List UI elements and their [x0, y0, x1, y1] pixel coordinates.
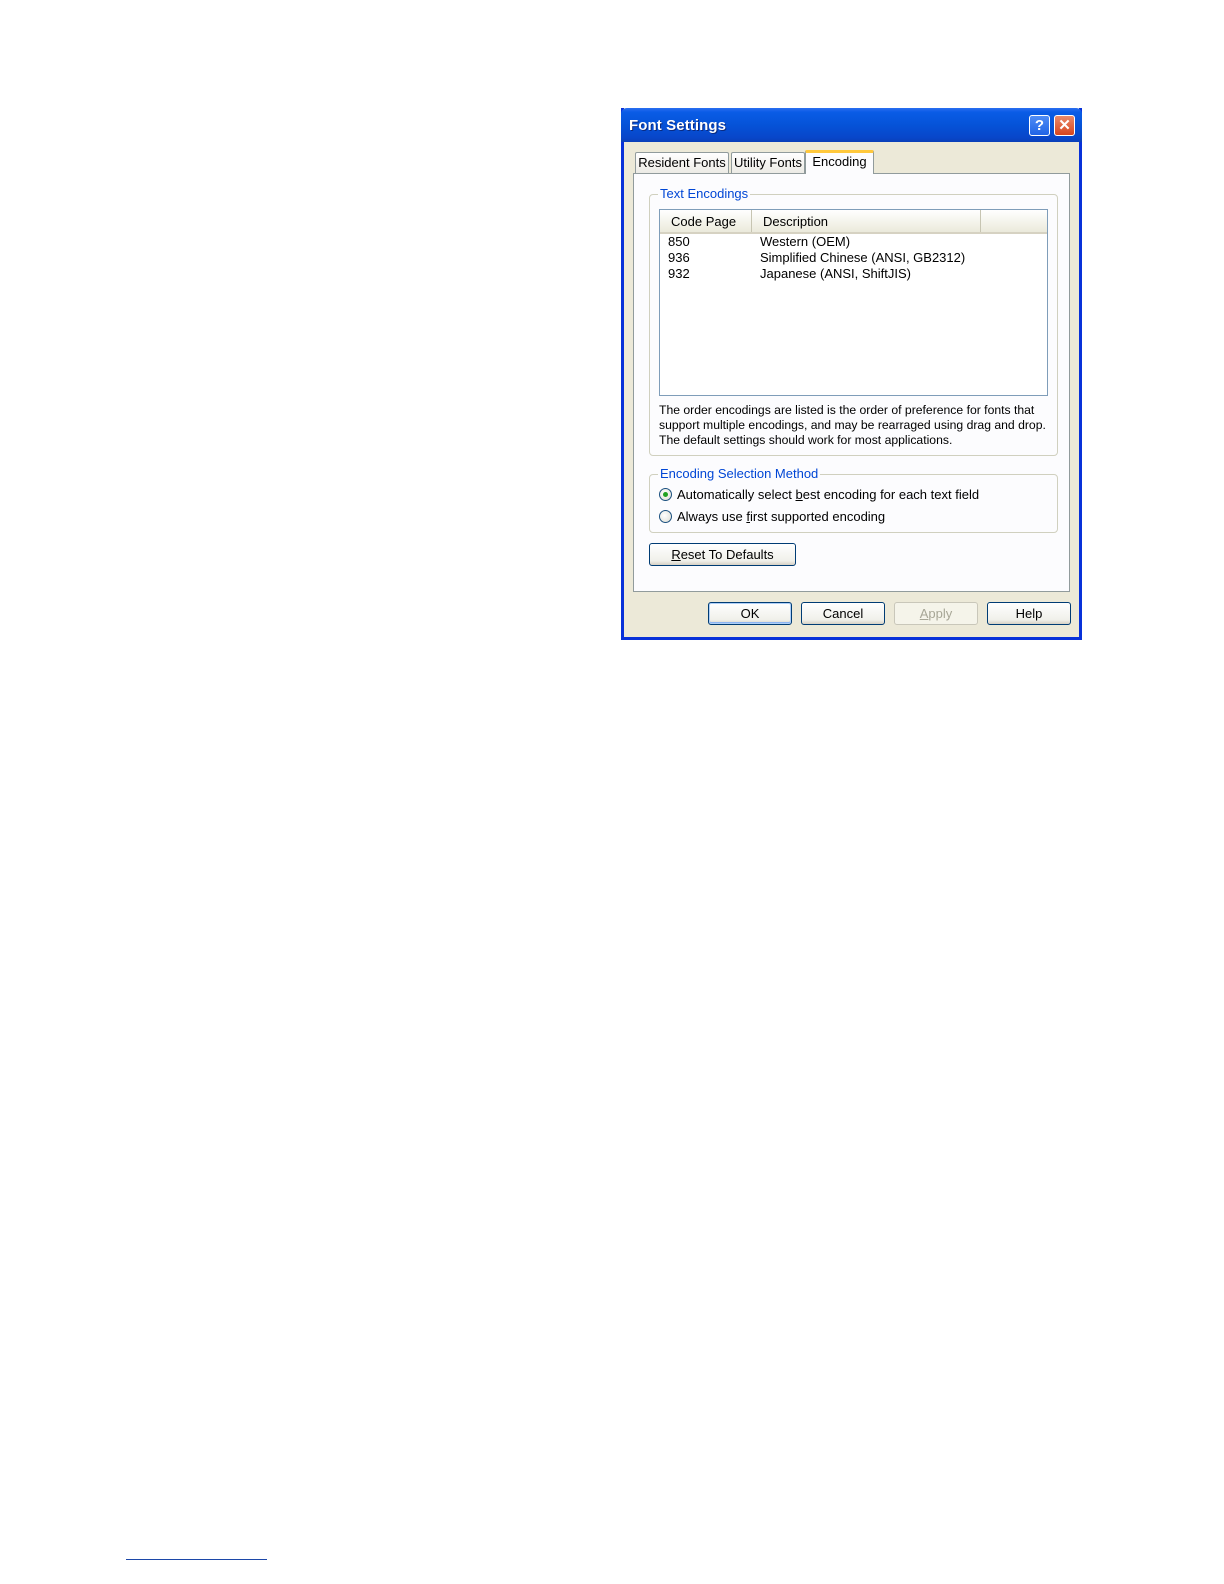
description-cell: Western (OEM)	[760, 234, 851, 249]
button-label: eset To Defaults	[680, 547, 774, 562]
column-header-description[interactable]: Description	[752, 210, 981, 232]
dialog-title: Font Settings	[629, 117, 727, 134]
button-label: pply	[928, 606, 953, 621]
title-bar[interactable]: Font Settings ? ✕	[621, 108, 1082, 142]
encoding-tab-panel: Text Encodings Code Page Description 850…	[633, 173, 1070, 592]
encoding-selection-label: Encoding Selection Method	[658, 466, 821, 482]
footnote-divider	[126, 1559, 267, 1560]
font-settings-dialog: Font Settings ? ✕ Resident Fonts Utility…	[621, 108, 1082, 640]
code-page-cell: 850	[668, 234, 690, 249]
radio-dot	[663, 492, 668, 497]
radio-label-text: est encoding for each text field	[802, 487, 980, 502]
code-page-cell: 932	[668, 266, 690, 281]
list-item[interactable]: 932 Japanese (ANSI, ShiftJIS)	[660, 266, 1047, 282]
close-icon[interactable]: ✕	[1054, 115, 1075, 136]
help-line: The order encodings are listed is the or…	[659, 403, 1035, 417]
radio-button-selected[interactable]	[659, 488, 672, 501]
radio-button[interactable]	[659, 510, 672, 523]
help-line: The default settings should work for mos…	[659, 433, 953, 447]
radio-label-text: Always use	[677, 509, 747, 524]
mnemonic: R	[671, 547, 681, 562]
text-encodings-label: Text Encodings	[658, 186, 751, 202]
radio-label[interactable]: Automatically select best encoding for e…	[677, 487, 979, 503]
tab-resident-fonts[interactable]: Resident Fonts	[635, 152, 729, 173]
help-button[interactable]: Help	[987, 602, 1071, 625]
tab-encoding[interactable]: Encoding	[805, 150, 874, 174]
ok-button[interactable]: OK	[708, 602, 792, 625]
code-page-cell: 936	[668, 250, 690, 265]
list-item[interactable]: 850 Western (OEM)	[660, 234, 1047, 250]
column-header-code-page[interactable]: Code Page	[660, 210, 752, 232]
tab-utility-fonts[interactable]: Utility Fonts	[731, 152, 805, 173]
description-cell: Japanese (ANSI, ShiftJIS)	[760, 266, 912, 281]
apply-button[interactable]: Apply	[894, 602, 978, 625]
description-cell: Simplified Chinese (ANSI, GB2312)	[760, 250, 966, 265]
radio-label-text: irst supported encoding	[750, 509, 886, 524]
encodings-list[interactable]: Code Page Description 850 Western (OEM) …	[659, 209, 1048, 396]
mnemonic: b	[795, 487, 803, 502]
help-line: support multiple encodings, and may be r…	[659, 418, 1046, 432]
list-header: Code Page Description	[660, 210, 1047, 234]
encodings-help-text: The order encodings are listed is the or…	[659, 403, 1054, 448]
list-item[interactable]: 936 Simplified Chinese (ANSI, GB2312)	[660, 250, 1047, 266]
help-icon[interactable]: ?	[1029, 115, 1050, 136]
text-encodings-group: Text Encodings Code Page Description 850…	[649, 186, 1058, 456]
radio-label-text: Automatically select	[677, 487, 796, 502]
radio-label[interactable]: Always use first supported encoding	[677, 509, 885, 525]
encoding-selection-group: Encoding Selection Method Automatically …	[649, 466, 1058, 533]
reset-to-defaults-button[interactable]: Reset To Defaults	[649, 543, 796, 566]
cancel-button[interactable]: Cancel	[801, 602, 885, 625]
